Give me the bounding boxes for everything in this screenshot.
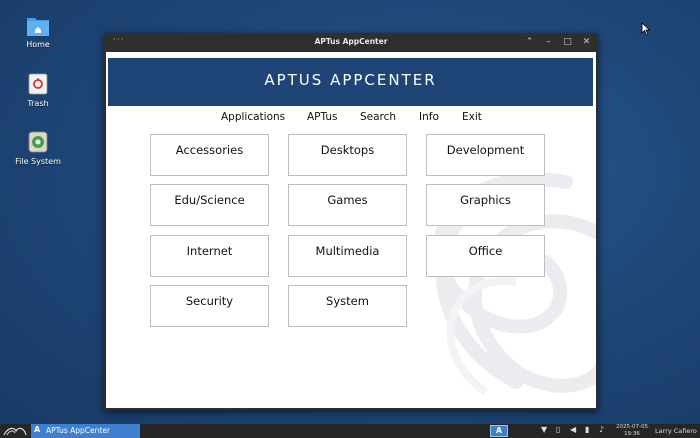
appcenter-window: ··· APTus AppCenter ⌃ – □ ✕ APTUS APPCEN… <box>104 33 598 410</box>
category-button-security[interactable]: Security <box>150 285 269 327</box>
desktop-icon-label: File System <box>15 157 61 166</box>
battery-icon[interactable]: ▮ <box>585 425 589 434</box>
maximize-icon[interactable]: □ <box>562 36 573 48</box>
category-button-system[interactable]: System <box>288 285 407 327</box>
category-button-office[interactable]: Office <box>426 235 545 277</box>
volume-icon[interactable]: ◀ <box>570 425 576 434</box>
home-folder-icon <box>27 18 49 36</box>
aptus-tray-icon[interactable]: A <box>490 425 508 437</box>
desktop-icon-label: Home <box>26 40 50 49</box>
category-button-games[interactable]: Games <box>288 184 407 226</box>
taskbar-task-appcenter[interactable]: A APTus AppCenter <box>31 424 140 438</box>
taskbar-clock[interactable]: 2025-07-05 19:36 <box>612 424 652 438</box>
menu-bar: Applications APTus Search Info Exit <box>106 108 596 126</box>
clock-date: 2025-07-05 <box>616 424 648 430</box>
aptus-app-icon: A <box>34 425 41 434</box>
category-button-multimedia[interactable]: Multimedia <box>288 235 407 277</box>
app-banner: APTUS APPCENTER <box>108 58 593 106</box>
mouse-cursor-icon <box>641 22 651 36</box>
menu-item-info[interactable]: Info <box>419 111 439 123</box>
menu-item-search[interactable]: Search <box>360 111 396 123</box>
category-button-graphics[interactable]: Graphics <box>426 184 545 226</box>
category-button-edu-science[interactable]: Edu/Science <box>150 184 269 226</box>
category-button-desktops[interactable]: Desktops <box>288 134 407 176</box>
window-titlebar[interactable]: ··· APTus AppCenter ⌃ – □ ✕ <box>104 33 598 52</box>
trash-icon <box>28 73 48 95</box>
minimize-icon[interactable]: – <box>543 36 554 48</box>
taskbar-task-label: APTus AppCenter <box>46 426 111 435</box>
menu-item-exit[interactable]: Exit <box>462 111 482 123</box>
start-menu-icon[interactable] <box>2 425 28 437</box>
menu-item-applications[interactable]: Applications <box>221 111 285 123</box>
desktop-icon-trash[interactable]: Trash <box>0 72 76 108</box>
taskbar: A APTus AppCenter A ▼ ▯ ◀ ▮ ♪ 2025-07-05… <box>0 424 700 438</box>
menu-item-aptus[interactable]: APTus <box>307 111 337 123</box>
desktop-icon-label: Trash <box>27 99 49 108</box>
clock-time: 19:36 <box>624 431 640 437</box>
banner-title: APTUS APPCENTER <box>264 71 437 89</box>
drive-icon <box>28 131 48 153</box>
close-icon[interactable]: ✕ <box>581 36 592 48</box>
desktop-icon-filesystem[interactable]: File System <box>0 130 76 166</box>
desktop-icon-home[interactable]: Home <box>0 15 76 49</box>
category-button-development[interactable]: Development <box>426 134 545 176</box>
collapse-icon[interactable]: ⌃ <box>524 36 535 48</box>
taskbar-username[interactable]: Larry Cafiero <box>655 427 697 435</box>
clipboard-icon[interactable]: ▯ <box>556 425 560 434</box>
network-icon[interactable]: ▼ <box>541 425 547 434</box>
category-button-internet[interactable]: Internet <box>150 235 269 277</box>
notification-bell-icon[interactable]: ♪ <box>599 425 604 434</box>
category-button-accessories[interactable]: Accessories <box>150 134 269 176</box>
window-content: APTUS APPCENTER Applications APTus Searc… <box>106 52 596 408</box>
